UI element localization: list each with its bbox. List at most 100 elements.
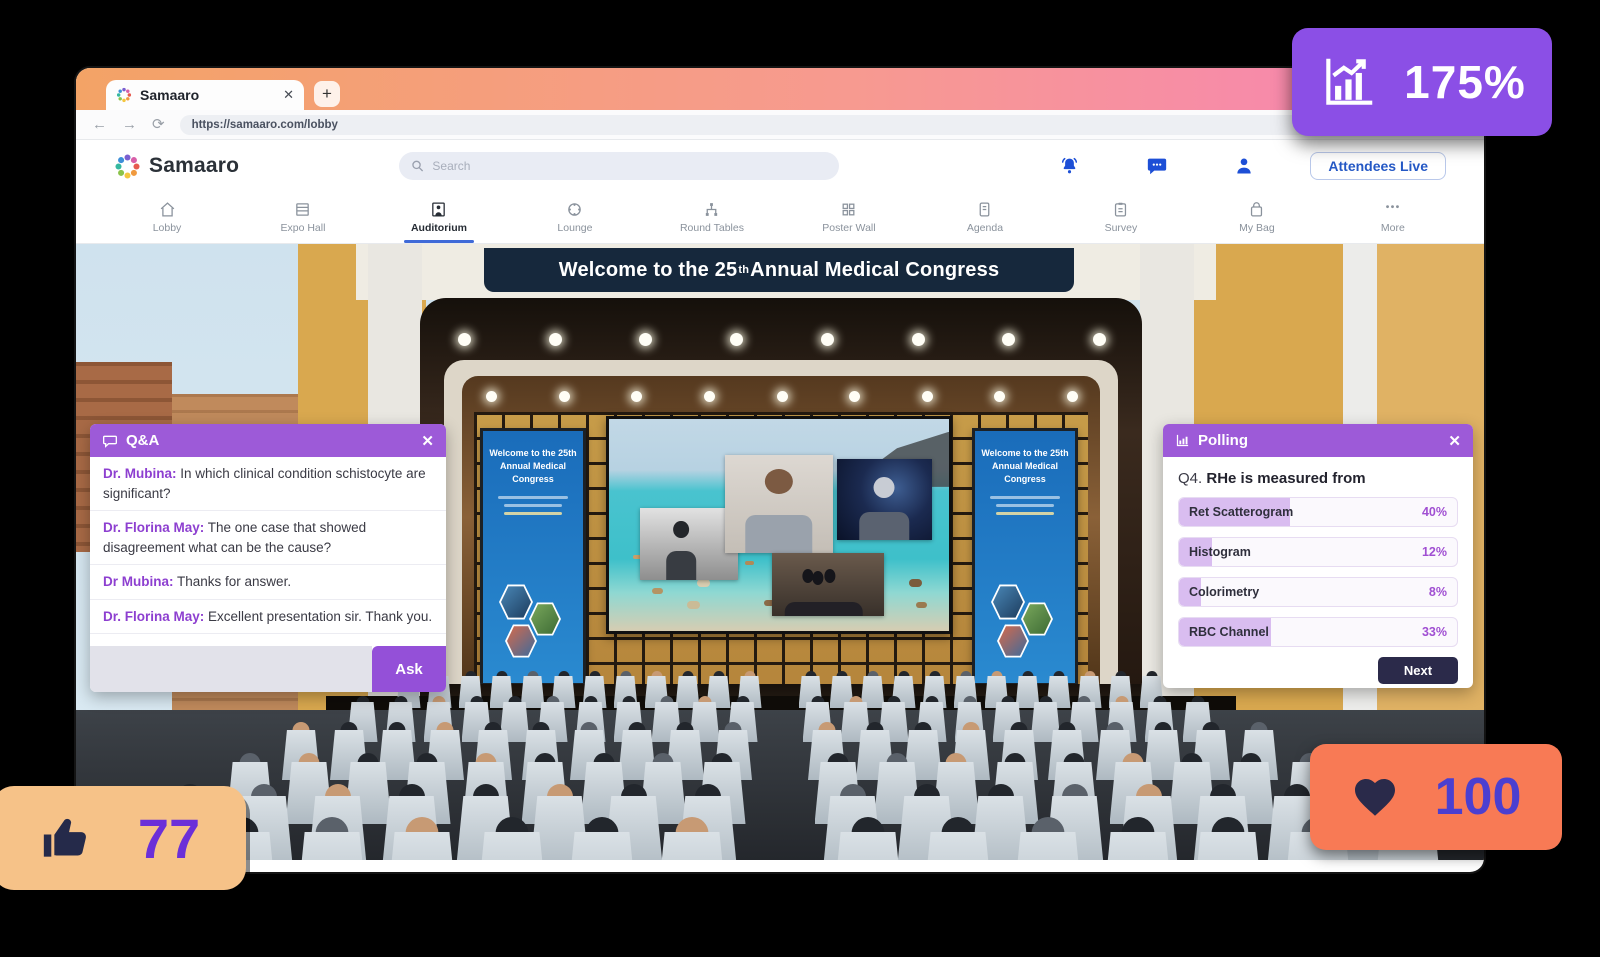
polling-close-icon[interactable]: ✕	[1448, 432, 1461, 450]
poll-option[interactable]: Histogram 12%	[1178, 537, 1458, 567]
welcome-text: Annual Medical Congress	[750, 259, 999, 282]
qa-question-input[interactable]	[90, 646, 372, 692]
banner-subtext	[504, 512, 562, 515]
nav-item-round-tables[interactable]: Round Tables	[680, 192, 744, 243]
qa-bubble-icon	[102, 433, 118, 449]
forward-icon[interactable]: →	[122, 117, 137, 132]
poll-option-label: Ret Scatterogram	[1189, 498, 1293, 526]
tab-title: Samaaro	[140, 87, 275, 103]
samaaro-favicon	[116, 87, 132, 103]
auditorium-scene: Welcome to the 25th Annual Medical Congr…	[76, 244, 1484, 860]
nav-label: More	[1381, 222, 1405, 234]
chat-icon[interactable]	[1146, 155, 1168, 177]
polling-footer: Next	[1163, 647, 1473, 688]
expo-hall-icon	[294, 201, 311, 218]
poll-option[interactable]: RBC Channel 33%	[1178, 617, 1458, 647]
nav-item-expo-hall[interactable]: Expo Hall	[272, 192, 334, 243]
nav-label: Auditorium	[411, 222, 467, 234]
nav-item-agenda[interactable]: Agenda	[954, 192, 1016, 243]
seat	[565, 832, 639, 860]
nav-item-auditorium[interactable]: Auditorium	[408, 192, 470, 243]
nav-item-poster-wall[interactable]: Poster Wall	[818, 192, 880, 243]
polling-panel-header: Polling ✕	[1163, 424, 1473, 457]
stage-lights-outer	[458, 332, 1106, 346]
browser-urlbar: ← → ⟳ https://samaaro.com/lobby	[76, 110, 1484, 140]
round-tables-icon	[703, 201, 720, 218]
browser-tabstrip: Samaaro ✕ +	[76, 68, 1484, 110]
qa-message: Dr Mubina: Thanks for answer.	[90, 565, 446, 600]
qa-panel-title: Q&A	[126, 432, 413, 449]
home-icon	[159, 201, 176, 218]
poll-option[interactable]: Colorimetry 8%	[1178, 577, 1458, 607]
tab-close-icon[interactable]: ✕	[283, 87, 294, 103]
stage-lights-inner	[486, 390, 1078, 403]
profile-icon[interactable]	[1234, 156, 1254, 176]
main-nav: Lobby Expo Hall Auditorium Lounge Round …	[76, 192, 1484, 244]
video-tile-remote	[837, 459, 932, 540]
qa-close-icon[interactable]: ✕	[421, 432, 434, 450]
qa-text: Thanks for answer.	[177, 574, 291, 589]
banner-hexagons	[483, 583, 583, 669]
samaaro-logo-icon	[114, 153, 141, 180]
stage-banner-right: Welcome to the 25th Annual Medical Congr…	[972, 428, 1078, 686]
banner-hexagons	[975, 583, 1075, 669]
banner-subtext	[996, 504, 1054, 507]
site-header: Samaaro	[76, 140, 1484, 192]
seat	[475, 832, 549, 860]
seat	[921, 832, 995, 860]
banner-subtext	[498, 496, 568, 499]
qa-ask-button[interactable]: Ask	[372, 646, 446, 692]
nav-item-survey[interactable]: Survey	[1090, 192, 1152, 243]
polling-panel-title: Polling	[1198, 432, 1440, 449]
auditorium-icon	[430, 201, 447, 218]
qa-panel: Q&A ✕ Dr. Mubina: In which clinical cond…	[90, 424, 446, 692]
engagement-value: 175%	[1404, 55, 1526, 109]
back-icon[interactable]: ←	[92, 117, 107, 132]
browser-tab[interactable]: Samaaro ✕	[106, 80, 304, 110]
nav-item-lounge[interactable]: Lounge	[544, 192, 606, 243]
banner-subtext	[990, 496, 1060, 499]
heart-icon	[1351, 773, 1399, 821]
nav-label: Expo Hall	[281, 222, 326, 234]
stage-banner-left: Welcome to the 25th Annual Medical Congr…	[480, 428, 586, 686]
nav-label: Lobby	[153, 222, 182, 234]
header-icons	[1059, 155, 1254, 177]
address-bar[interactable]: https://samaaro.com/lobby	[180, 115, 1468, 135]
search-bar[interactable]	[399, 152, 839, 180]
banner-line: Annual Medical	[483, 460, 583, 473]
screen-background	[609, 419, 949, 631]
attendees-live-button[interactable]: Attendees Live	[1310, 152, 1446, 180]
polling-panel: Polling ✕ Q4. RHe is measured from Ret S…	[1163, 424, 1473, 688]
nav-item-lobby[interactable]: Lobby	[136, 192, 198, 243]
refresh-icon[interactable]: ⟳	[152, 117, 165, 132]
qa-messages: Dr. Mubina: In which clinical condition …	[90, 457, 446, 646]
qa-author: Dr. Florina May:	[103, 520, 204, 535]
qa-panel-header: Q&A ✕	[90, 424, 446, 457]
audience-row	[76, 832, 1484, 860]
bar-chart-growth-icon	[1318, 51, 1380, 113]
notifications-bell-icon[interactable]	[1059, 156, 1080, 177]
thumbs-up-icon	[38, 810, 94, 866]
polling-chart-icon	[1175, 433, 1190, 448]
audience	[76, 710, 1484, 860]
video-tile-hall	[640, 508, 739, 580]
welcome-sup: th	[738, 264, 749, 276]
poll-option-percent: 12%	[1422, 538, 1447, 566]
poll-next-button[interactable]: Next	[1378, 657, 1458, 684]
qa-message: Dr. Mubina: In which clinical condition …	[90, 457, 446, 511]
samaaro-logo[interactable]: Samaaro	[114, 153, 239, 180]
nav-label: Round Tables	[680, 222, 744, 234]
brand-name: Samaaro	[149, 154, 239, 178]
agenda-icon	[976, 201, 993, 218]
seat	[655, 832, 729, 860]
poll-option[interactable]: Ret Scatterogram 40%	[1178, 497, 1458, 527]
my-bag-icon	[1248, 201, 1265, 218]
poll-question-number: Q4.	[1178, 470, 1202, 487]
nav-label: Survey	[1105, 222, 1138, 234]
seat	[1011, 832, 1085, 860]
nav-item-my-bag[interactable]: My Bag	[1226, 192, 1288, 243]
search-input[interactable]	[432, 159, 827, 173]
new-tab-button[interactable]: +	[314, 81, 340, 107]
nav-item-more[interactable]: More	[1362, 192, 1424, 243]
poll-option-label: Histogram	[1189, 538, 1251, 566]
